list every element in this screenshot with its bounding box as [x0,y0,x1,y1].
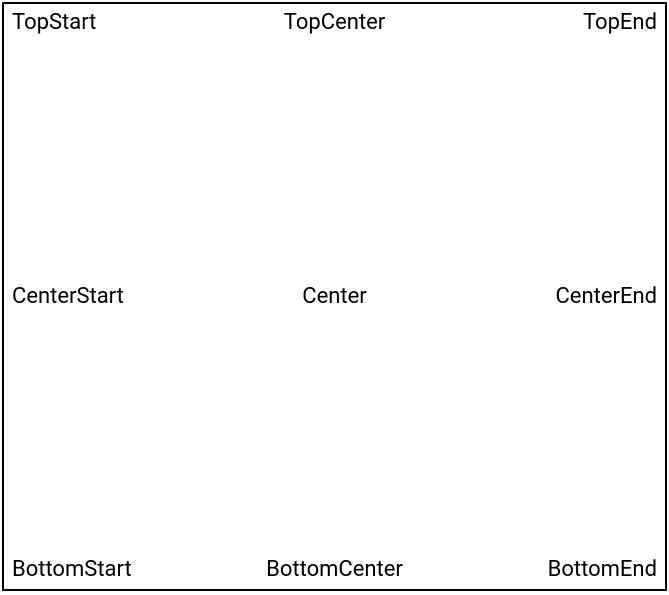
label-center: Center [302,286,366,308]
label-bottom-start: BottomStart [12,559,132,581]
label-bottom-end: BottomEnd [548,559,657,581]
label-top-end: TopEnd [583,12,657,34]
label-center-start: CenterStart [12,286,124,308]
label-bottom-center: BottomCenter [266,559,403,581]
label-top-center: TopCenter [284,12,385,34]
label-center-end: CenterEnd [555,286,657,308]
alignment-box: TopStart TopCenter TopEnd CenterStart Ce… [2,2,667,591]
label-top-start: TopStart [12,12,96,34]
